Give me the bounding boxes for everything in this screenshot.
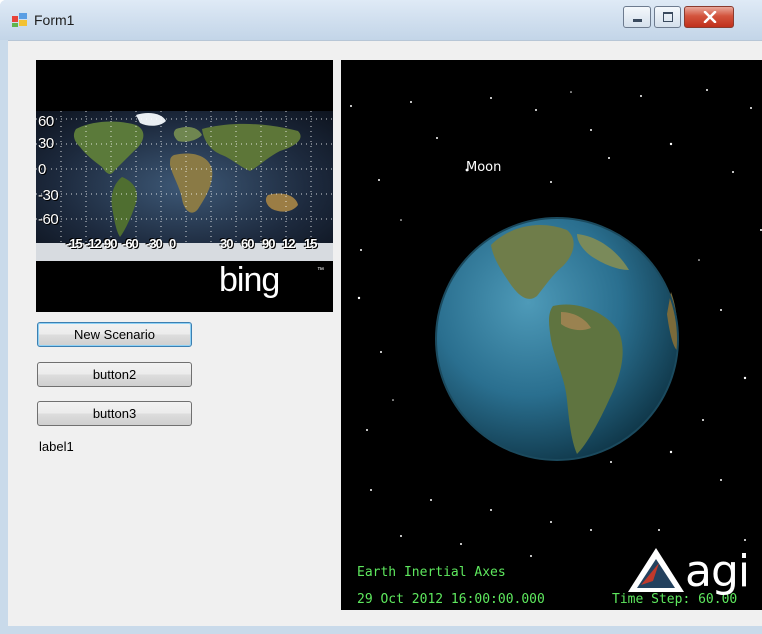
title-bar[interactable]: Form1 <box>0 0 762 40</box>
close-icon <box>703 11 717 23</box>
maximize-button[interactable] <box>654 6 681 28</box>
lat-label-minus60: -60 <box>38 211 59 228</box>
button3[interactable]: button3 <box>37 401 192 426</box>
space-scene-graphic <box>350 89 762 592</box>
lon-label: -60 <box>122 236 139 251</box>
lat-label-minus30: -30 <box>38 187 59 204</box>
button2[interactable]: button2 <box>37 362 192 387</box>
lon-label: 90 <box>104 236 118 251</box>
map-control[interactable]: 60 30 0 -30 -60 -15 -12 90 -60 -30 0 30 … <box>36 60 333 312</box>
axes-label: Earth Inertial Axes <box>357 565 506 580</box>
lon-label: -12 <box>85 236 102 251</box>
globe-3d-view[interactable]: Moon Earth Inertial Axes 29 Oct 2012 16:… <box>341 60 762 610</box>
form-client-area: 60 30 0 -30 -60 -15 -12 90 -60 -30 0 30 … <box>8 40 762 627</box>
bing-logo: bing <box>219 261 280 299</box>
new-scenario-button[interactable]: New Scenario <box>37 322 192 347</box>
close-button[interactable] <box>684 6 734 28</box>
bing-trademark: ™ <box>317 267 324 274</box>
time-label: 29 Oct 2012 16:00:00.000 <box>357 592 545 607</box>
lat-label-0: 0 <box>38 161 46 178</box>
lon-label: 0 <box>169 236 176 251</box>
moon-label: Moon <box>466 160 502 175</box>
agi-logo-mark <box>628 548 684 592</box>
lat-label-60: 60 <box>38 113 54 130</box>
label1: label1 <box>39 439 74 454</box>
minimize-icon <box>633 19 642 22</box>
lon-label: -30 <box>146 236 163 251</box>
lon-label: 12 <box>282 236 296 251</box>
lon-label: 30 <box>220 236 234 251</box>
lon-label: 90 <box>262 236 276 251</box>
app-window: Form1 60 30 0 -30 -60 -15 -12 90 -60 -30… <box>0 0 762 634</box>
lon-label: -15 <box>66 236 83 251</box>
lat-label-30: 30 <box>38 135 54 152</box>
earth-globe <box>435 217 679 461</box>
lon-label: 60 <box>241 236 255 251</box>
window-bottom-border <box>0 626 762 634</box>
maximize-icon <box>663 12 673 22</box>
agi-logo-text: agi <box>685 546 750 597</box>
window-title: Form1 <box>34 12 75 28</box>
windows-form-icon <box>12 13 28 27</box>
lon-label: 15 <box>304 236 318 251</box>
minimize-button[interactable] <box>623 6 651 28</box>
